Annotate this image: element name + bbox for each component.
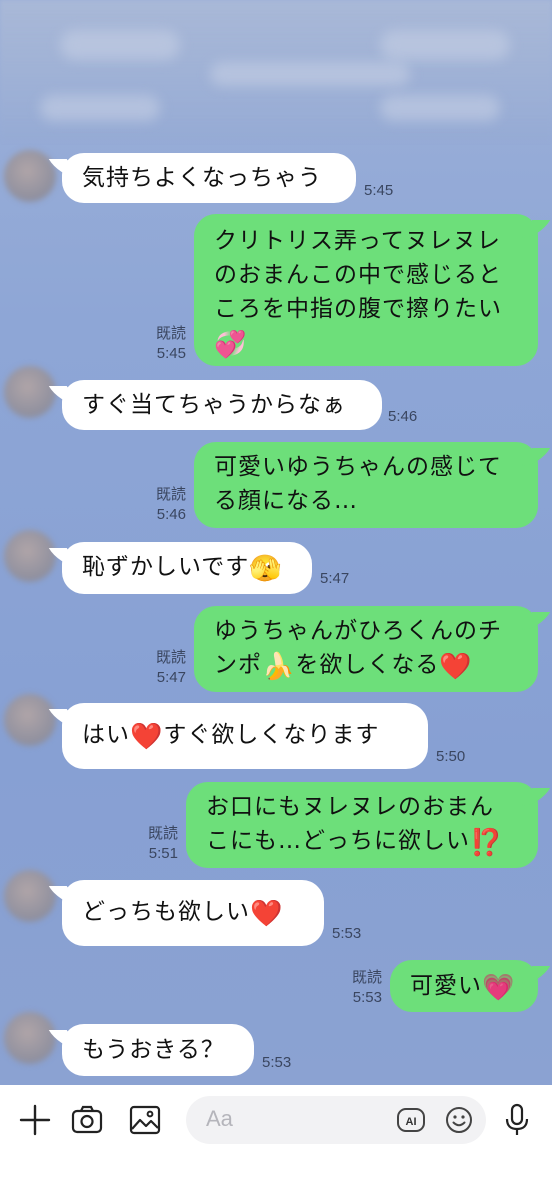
read-receipt: 既読 5:53 (336, 968, 382, 1008)
message-text: 可愛い (410, 973, 482, 999)
blurred-preview-text (210, 62, 410, 86)
message-bubble-outgoing[interactable]: お口にもヌレヌレのおまん こにも…どっちに欲しい⁉️ (186, 782, 538, 868)
heart-emoji-icon: ❤️ (439, 652, 473, 682)
two-hearts-emoji-icon: 💞 (214, 330, 248, 360)
message-composer: Aa AI (0, 1085, 552, 1200)
message-time: 5:53 (262, 1054, 292, 1071)
blurred-banner-left (40, 95, 160, 121)
smiley-icon[interactable] (444, 1105, 474, 1135)
read-label: 既読 (155, 486, 186, 503)
message-time: 5:46 (156, 506, 186, 523)
message-time: 5:47 (320, 570, 350, 587)
camera-icon[interactable] (70, 1104, 104, 1136)
message-text-line: 可愛いゆうちゃんの感じて (214, 454, 502, 480)
message-bubble-incoming[interactable]: すぐ当てちゃうからなぁ (62, 380, 382, 430)
message-text-line: る顔になる… (214, 488, 358, 514)
message-text: すぐ当てちゃうからなぁ (82, 392, 346, 418)
blurred-back-region (60, 30, 180, 60)
message-time: 5:53 (352, 989, 382, 1006)
read-receipt: 既読 5:46 (140, 485, 186, 525)
message-text-line: お口にもヌレヌレのおまん (206, 794, 494, 820)
read-label: 既読 (155, 325, 186, 342)
blurred-header-icons (380, 30, 510, 60)
message-bubble-incoming[interactable]: 恥ずかしいです🫣 (62, 542, 312, 594)
heart-emoji-icon: ❤️ (130, 722, 164, 752)
heart-emoji-icon: ❤️ (250, 899, 284, 929)
message-text-line: ンポ (214, 652, 262, 678)
message-time: 5:45 (156, 345, 186, 362)
message-time: 5:46 (388, 408, 418, 425)
interrobang-emoji-icon: ⁉️ (470, 828, 504, 858)
message-text-line: ころを中指の腹で擦りたい (214, 296, 502, 322)
read-label: 既読 (351, 969, 382, 986)
avatar[interactable] (4, 1012, 56, 1064)
message-text: 気持ちよくなっちゃう (82, 165, 322, 191)
message-bubble-incoming[interactable]: もうおきる？ (62, 1024, 254, 1076)
message-input[interactable]: Aa AI (186, 1096, 486, 1144)
message-text: どっちも欲しい (82, 899, 250, 925)
image-icon[interactable] (128, 1104, 162, 1136)
read-label: 既読 (155, 649, 186, 666)
avatar[interactable] (4, 870, 56, 922)
message-bubble-incoming[interactable]: 気持ちよくなっちゃう (62, 153, 356, 203)
avatar[interactable] (4, 366, 56, 418)
read-receipt: 既読 5:47 (140, 648, 186, 688)
message-time: 5:50 (436, 748, 466, 765)
pink-heart-emoji-icon: 💗 (482, 973, 516, 1003)
peeking-face-emoji-icon: 🫣 (249, 554, 283, 584)
ai-icon[interactable]: AI (396, 1106, 426, 1134)
message-text: 恥ずかしいです (82, 554, 250, 580)
read-receipt: 既読 5:45 (140, 324, 186, 364)
message-bubble-outgoing[interactable]: 可愛いゆうちゃんの感じて る顔になる… (194, 442, 538, 528)
message-text-line: クリトリス弄ってヌレヌレ (214, 228, 501, 254)
ai-badge-text: AI (406, 1116, 417, 1128)
message-time: 5:53 (332, 925, 362, 942)
avatar[interactable] (4, 150, 56, 202)
message-time: 5:45 (364, 182, 394, 199)
message-input-placeholder: Aa (206, 1106, 233, 1131)
blurred-banner-right (380, 95, 500, 121)
message-bubble-outgoing[interactable]: 可愛い💗 (390, 960, 538, 1012)
message-text: もうおきる？ (82, 1037, 225, 1063)
read-receipt: 既読 5:51 (132, 824, 178, 864)
banana-emoji-icon: 🍌 (262, 652, 296, 682)
chat-area[interactable]: 気持ちよくなっちゃう 5:45 クリトリス弄ってヌレヌレ のおまんこの中で感じる… (0, 0, 552, 1085)
message-bubble-incoming[interactable]: はい❤️すぐ欲しくなります (62, 703, 428, 769)
microphone-icon[interactable] (502, 1102, 532, 1138)
message-text-line: こにも…どっちに欲しい (206, 828, 470, 854)
message-text: すぐ欲しくなります (163, 722, 380, 748)
message-text-line: のおまんこの中で感じると (214, 262, 502, 288)
avatar[interactable] (4, 530, 56, 582)
message-text-line: ゆうちゃんがひろくんのチ (214, 618, 502, 644)
message-bubble-outgoing[interactable]: ゆうちゃんがひろくんのチ ンポ🍌を欲しくなる❤️ (194, 606, 538, 692)
plus-icon[interactable] (18, 1103, 52, 1137)
message-time: 5:51 (148, 845, 178, 862)
read-label: 既読 (147, 825, 178, 842)
message-time: 5:47 (156, 669, 186, 686)
message-bubble-outgoing[interactable]: クリトリス弄ってヌレヌレ のおまんこの中で感じると ころを中指の腹で擦りたい 💞 (194, 214, 538, 366)
message-bubble-incoming[interactable]: どっちも欲しい❤️ (62, 880, 324, 946)
avatar[interactable] (4, 694, 56, 746)
message-text: はい (82, 722, 130, 748)
message-text-line: を欲しくなる (295, 652, 440, 678)
